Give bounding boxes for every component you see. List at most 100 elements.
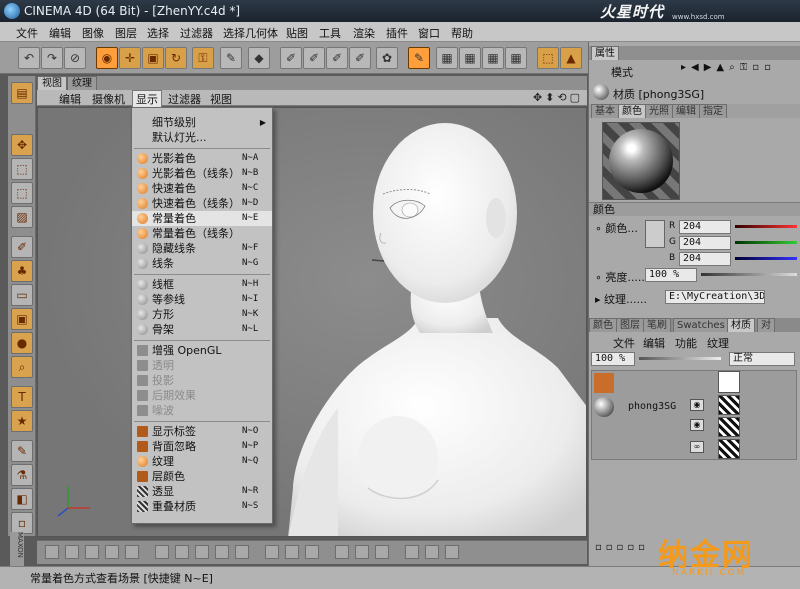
- timeline-button[interactable]: [405, 545, 419, 559]
- menu-item-textures[interactable]: 纹理 N~Q: [132, 454, 272, 469]
- tab-layers[interactable]: 图层: [616, 318, 644, 332]
- menu-item-skeleton[interactable]: 骨架 N~L: [132, 322, 272, 337]
- timeline-button[interactable]: [305, 545, 319, 559]
- menu-window[interactable]: 窗口: [418, 25, 440, 41]
- timeline-button[interactable]: [265, 545, 279, 559]
- tab-color[interactable]: 颜色: [618, 104, 646, 118]
- menu-item-constant-shading[interactable]: 常量着色 N~E: [132, 211, 272, 226]
- eye-icon[interactable]: ◉: [690, 419, 704, 431]
- menu-item-lines[interactable]: 线条 N~G: [132, 256, 272, 271]
- timeline-button[interactable]: [375, 545, 389, 559]
- menu-item-gouraud-shading[interactable]: 光影着色 N~A: [132, 151, 272, 166]
- menu-item-transparency[interactable]: 透明: [132, 358, 272, 373]
- tool-icon[interactable]: ✥: [11, 134, 33, 156]
- tool-icon[interactable]: ⬚: [11, 182, 33, 204]
- star-icon[interactable]: ★: [11, 410, 33, 432]
- brush-icon[interactable]: ✐: [11, 236, 33, 258]
- layer-thumb-color[interactable]: [718, 371, 740, 393]
- magnify-icon[interactable]: ⌕: [11, 356, 33, 378]
- menu-item-gouraud-shading-lines[interactable]: 光影着色（线条） N~B: [132, 166, 272, 181]
- viewport-nav-icons[interactable]: ✥⬍⟲▢: [533, 91, 583, 104]
- tool-icon[interactable]: ▨: [11, 206, 33, 228]
- redo-icon[interactable]: ↷: [41, 47, 63, 69]
- undo-icon[interactable]: ↶: [18, 47, 40, 69]
- menu-item-post-effects[interactable]: 后期效果: [132, 388, 272, 403]
- tab-assign[interactable]: 指定: [699, 104, 727, 118]
- opacity-field[interactable]: 100 %: [591, 352, 635, 366]
- paint-icon[interactable]: ✎: [408, 47, 430, 69]
- menu-item-constant-shading-lines[interactable]: 常量着色（线条）: [132, 226, 272, 241]
- menu-item-wireframe[interactable]: 线框 N~H: [132, 277, 272, 292]
- layer-thumb-texture[interactable]: [718, 439, 740, 459]
- g-slider[interactable]: [735, 241, 797, 244]
- live-select-icon[interactable]: ◉: [96, 47, 118, 69]
- grid-icon[interactable]: ▦: [436, 47, 458, 69]
- tab-illumination[interactable]: 光照: [645, 104, 673, 118]
- layer-name[interactable]: phong3SG: [628, 401, 676, 412]
- menu-item-detail-level[interactable]: 细节级别 ▶: [132, 115, 272, 130]
- brush-icon[interactable]: ✐: [280, 47, 302, 69]
- menu-item-layer-color[interactable]: 层颜色: [132, 469, 272, 484]
- menu-tools[interactable]: 工具: [319, 25, 341, 41]
- menu-item-noise[interactable]: 噪波: [132, 403, 272, 418]
- menu-item-isoparms[interactable]: 等参线 N~I: [132, 292, 272, 307]
- viewport-menu-view[interactable]: 视图: [210, 91, 232, 107]
- tab-colors[interactable]: 颜色: [589, 318, 617, 332]
- attribute-nav-icons[interactable]: ▸◀▶▲⌕⚿▫▫: [681, 62, 776, 73]
- panel-title-attributes[interactable]: 属性: [591, 46, 619, 60]
- viewport-menu-display[interactable]: 显示: [132, 90, 162, 108]
- eye-icon[interactable]: ◉: [690, 399, 704, 411]
- viewport-menu-filter[interactable]: 过滤器: [168, 91, 201, 107]
- timeline-button[interactable]: [105, 545, 119, 559]
- pick-icon[interactable]: ✿: [376, 47, 398, 69]
- drop-icon[interactable]: ●: [11, 332, 33, 354]
- g-value-field[interactable]: 204: [679, 236, 731, 250]
- eyedropper-icon[interactable]: ✎: [11, 440, 33, 462]
- texture-path-field[interactable]: E:\MyCreation\3D: [665, 290, 765, 304]
- mm-menu-edit[interactable]: 编辑: [643, 335, 665, 351]
- timeline-button[interactable]: [355, 545, 369, 559]
- move-icon[interactable]: ✛: [119, 47, 141, 69]
- menu-item-display-tags[interactable]: 显示标签 N~O: [132, 424, 272, 439]
- timeline-button[interactable]: [65, 545, 79, 559]
- fill-icon[interactable]: ▣: [11, 308, 33, 330]
- menu-item-hidden-line[interactable]: 隐藏线条 N~F: [132, 241, 272, 256]
- tab-objects[interactable]: 对: [757, 318, 775, 332]
- timeline-button[interactable]: [125, 545, 139, 559]
- brightness-slider[interactable]: [701, 273, 797, 276]
- tab-view[interactable]: 视图: [37, 76, 67, 90]
- b-value-field[interactable]: 204: [679, 252, 731, 266]
- viewport-menu-camera[interactable]: 摄像机: [92, 91, 125, 107]
- layer-tool-icons[interactable]: ▫▫▫▫▫: [595, 542, 649, 553]
- eraser-icon[interactable]: ▭: [11, 284, 33, 306]
- eraser-icon[interactable]: ✐: [349, 47, 371, 69]
- mm-menu-texture[interactable]: 纹理: [707, 335, 729, 351]
- timeline-button[interactable]: [335, 545, 349, 559]
- layer-thumb-icon[interactable]: [594, 373, 614, 393]
- menu-help[interactable]: 帮助: [451, 25, 473, 41]
- mm-menu-file[interactable]: 文件: [613, 335, 635, 351]
- menu-render[interactable]: 渲染: [353, 25, 375, 41]
- menu-select-geometry[interactable]: 选择几何体: [223, 25, 278, 41]
- paint-icon[interactable]: ◆: [248, 47, 270, 69]
- layer-thumb-texture[interactable]: [718, 395, 740, 415]
- layer-thumb-texture[interactable]: [718, 417, 740, 437]
- menu-file[interactable]: 文件: [16, 25, 38, 41]
- menu-edit[interactable]: 编辑: [49, 25, 71, 41]
- color-swatch[interactable]: [645, 220, 665, 248]
- material-preview[interactable]: [602, 122, 680, 200]
- tool-icon[interactable]: ▤: [11, 82, 33, 104]
- brightness-field[interactable]: 100 %: [645, 268, 697, 282]
- fill-icon[interactable]: ✐: [326, 47, 348, 69]
- timeline-button[interactable]: [85, 545, 99, 559]
- material-ball-icon[interactable]: [594, 397, 614, 417]
- menu-item-overlay-material[interactable]: 重叠材质 N~S: [132, 499, 272, 514]
- landscape-icon[interactable]: ▲: [560, 47, 582, 69]
- opacity-slider[interactable]: [639, 357, 721, 360]
- bucket-icon[interactable]: ⚗: [11, 464, 33, 486]
- tab-brushes[interactable]: 笔刷: [643, 318, 671, 332]
- tab-texture[interactable]: 纹理: [67, 76, 97, 90]
- timeline-button[interactable]: [285, 545, 299, 559]
- tab-basic[interactable]: 基本: [591, 104, 619, 118]
- stamp-icon[interactable]: ♣: [11, 260, 33, 282]
